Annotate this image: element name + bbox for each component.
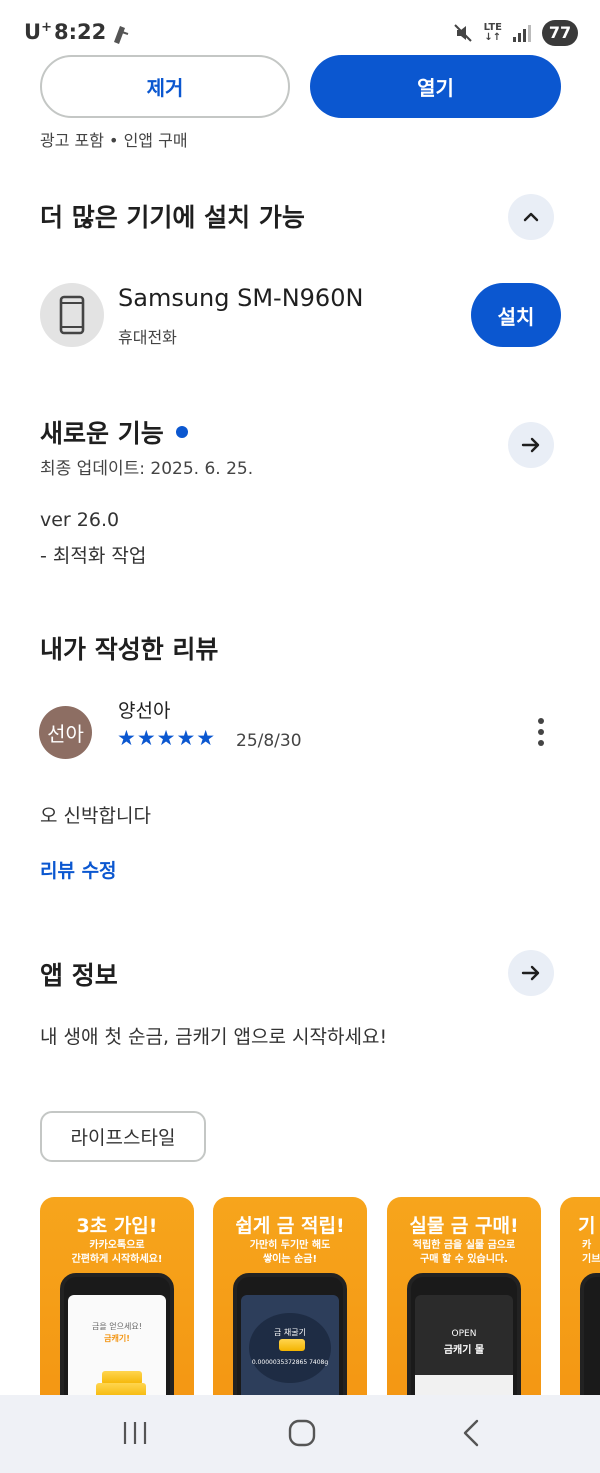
edit-review-link[interactable]: 리뷰 수정 bbox=[40, 856, 117, 883]
screenshot-title: 실물 금 구매! bbox=[409, 1215, 519, 1237]
release-note: - 최적화 작업 bbox=[40, 545, 147, 567]
recent-apps-button[interactable] bbox=[110, 1415, 160, 1451]
screenshot-subtitle: 적립한 금을 실물 금으로 구매 할 수 있습니다. bbox=[412, 1240, 516, 1265]
collapse-devices-button[interactable] bbox=[508, 194, 554, 240]
last-updated: 최종 업데이트: 2025. 6. 25. bbox=[40, 459, 254, 479]
network-type: LTE ↓↑ bbox=[483, 22, 502, 43]
more-options-icon[interactable] bbox=[530, 716, 552, 748]
reviewer-name: 양선아 bbox=[118, 700, 171, 722]
app-description: 내 생애 첫 순금, 금캐기 앱으로 시작하세요! bbox=[40, 1026, 388, 1048]
device-type: 휴대전화 bbox=[118, 328, 177, 347]
screenshot-title: 기 bbox=[578, 1215, 596, 1237]
device-icon-container bbox=[40, 283, 104, 347]
review-date: 25/8/30 bbox=[236, 731, 302, 751]
screen-text: 금 채굴기 bbox=[274, 1328, 306, 1337]
app-info-arrow-button[interactable] bbox=[508, 950, 554, 996]
version-text: ver 26.0 bbox=[40, 509, 120, 531]
mute-icon bbox=[453, 24, 472, 42]
my-review-title: 내가 작성한 리뷰 bbox=[40, 635, 219, 664]
back-icon bbox=[463, 1419, 479, 1447]
screen-text: 금캐기! bbox=[104, 1334, 130, 1343]
recent-apps-icon bbox=[123, 1422, 147, 1444]
screenshot-subtitle: 카 기브 bbox=[582, 1240, 600, 1265]
screenshot-card[interactable]: 3초 가입! 카카오톡으로 간편하게 시작하세요! 금을 얻으세요! 금캐기! bbox=[40, 1197, 194, 1397]
avatar: 선아 bbox=[39, 706, 92, 759]
phone-mockup: 금 채굴기 0.0000035372865 7408g bbox=[233, 1273, 347, 1397]
rating-stars: ★★★★★ bbox=[117, 726, 217, 750]
whats-new-arrow-button[interactable] bbox=[508, 422, 554, 468]
notification-icon bbox=[114, 26, 129, 44]
status-time: 8:22 bbox=[54, 20, 107, 44]
arrow-right-icon bbox=[521, 437, 540, 453]
signal-icon bbox=[513, 25, 531, 42]
screenshot-card[interactable]: 기 카 기브 bbox=[560, 1197, 600, 1397]
remove-button[interactable]: 제거 bbox=[40, 55, 290, 118]
home-icon bbox=[288, 1419, 316, 1447]
arrow-right-icon bbox=[521, 965, 540, 981]
screenshot-subtitle: 카카오톡으로 간편하게 시작하세요! bbox=[71, 1240, 163, 1265]
devices-section-title: 더 많은 기기에 설치 가능 bbox=[40, 203, 305, 232]
device-name: Samsung SM-N960N bbox=[118, 284, 364, 312]
home-button[interactable] bbox=[277, 1415, 327, 1451]
phone-mockup: OPEN 금캐기 몰 bbox=[407, 1273, 521, 1397]
screen-text: 0.0000035372865 7408g bbox=[251, 1359, 329, 1366]
screen-text: 금캐기 몰 bbox=[443, 1345, 485, 1356]
screenshot-carousel[interactable]: 3초 가입! 카카오톡으로 간편하게 시작하세요! 금을 얻으세요! 금캐기! 쉽… bbox=[40, 1197, 600, 1397]
screenshot-title: 3초 가입! bbox=[76, 1215, 158, 1237]
system-navigation-bar bbox=[0, 1395, 600, 1473]
app-info-title: 앱 정보 bbox=[40, 961, 118, 990]
category-chip[interactable]: 라이프스타일 bbox=[40, 1111, 206, 1162]
chevron-up-icon bbox=[523, 212, 539, 222]
new-indicator-dot bbox=[175, 426, 188, 438]
screenshot-card[interactable]: 쉽게 금 적립! 가만히 두기만 해도 쌓이는 순금! 금 채굴기 0.00000… bbox=[213, 1197, 367, 1397]
screenshot-title: 쉽게 금 적립! bbox=[235, 1215, 345, 1237]
phone-mockup bbox=[580, 1273, 600, 1397]
phone-mockup: 금을 얻으세요! 금캐기! bbox=[60, 1273, 174, 1397]
ads-iap-notice: 광고 포함 • 인앱 구매 bbox=[40, 131, 188, 150]
whats-new-title: 새로운 기능 bbox=[40, 414, 188, 450]
screenshot-card[interactable]: 실물 금 구매! 적립한 금을 실물 금으로 구매 할 수 있습니다. OPEN … bbox=[387, 1197, 541, 1397]
phone-icon bbox=[59, 295, 85, 335]
gold-bar-icon bbox=[279, 1339, 305, 1351]
install-button[interactable]: 설치 bbox=[471, 283, 561, 347]
screen-text: 금을 얻으세요! bbox=[92, 1322, 142, 1331]
carrier-label: U+ bbox=[24, 20, 52, 44]
screenshot-subtitle: 가만히 두기만 해도 쌓이는 순금! bbox=[249, 1240, 331, 1265]
screen-text: OPEN bbox=[451, 1329, 477, 1339]
back-button[interactable] bbox=[446, 1415, 496, 1451]
status-icons: LTE ↓↑ 77 bbox=[452, 18, 578, 48]
battery-indicator: 77 bbox=[542, 20, 578, 46]
open-button[interactable]: 열기 bbox=[310, 55, 561, 118]
review-text: 오 신박합니다 bbox=[40, 805, 151, 827]
